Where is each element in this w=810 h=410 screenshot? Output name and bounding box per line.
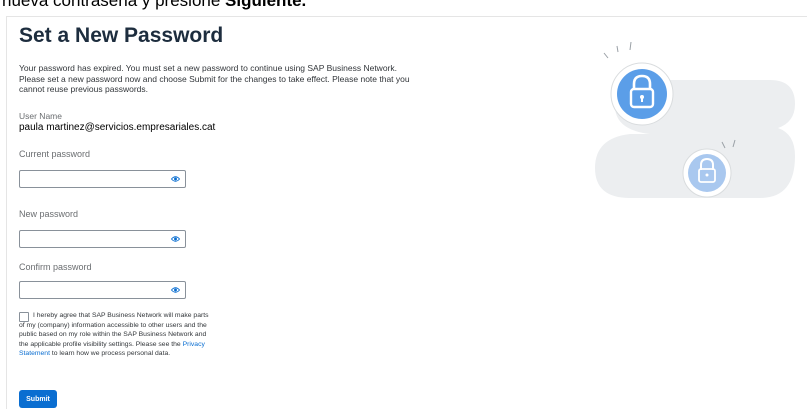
user-name-value: paula martinez@servicios.empresariales.c… [19, 122, 216, 133]
caption-text: nueva contraseña y presione Siguiente. [2, 0, 306, 11]
current-password-label: Current password [19, 149, 91, 159]
agreement-line-2: of my (company) information accessible t… [19, 321, 207, 329]
intro-text: Your password has expired. You must set … [19, 63, 459, 95]
caption-prefix: nueva contraseña y presione [2, 0, 226, 10]
agreement-line-4-text: the applicable profile visibility settin… [19, 340, 183, 348]
intro-line-1: Your password has expired. You must set … [19, 63, 397, 73]
agreement-line-3: public based on my role within the SAP B… [19, 331, 207, 338]
eye-icon[interactable] [171, 175, 180, 183]
submit-button[interactable]: Submit [19, 390, 57, 408]
agreement-line-5: Statement to learn how we process person… [19, 349, 259, 359]
eye-icon[interactable] [171, 286, 180, 294]
current-password-input[interactable] [23, 172, 168, 186]
privacy-link-part-1[interactable]: Privacy [183, 341, 205, 348]
confirm-password-input[interactable] [23, 283, 168, 297]
confirm-password-label: Confirm password [19, 262, 92, 272]
confirm-password-field [19, 281, 186, 299]
new-password-input[interactable] [23, 232, 168, 246]
agreement-text: I hereby agree that SAP Business Network… [19, 311, 259, 359]
agreement-line-4: the applicable profile visibility settin… [19, 340, 259, 350]
lock-illustration [595, 41, 795, 198]
caption-bold: Siguiente. [225, 0, 307, 10]
intro-line-3: cannot reuse previous passwords. [19, 84, 148, 94]
privacy-link-part-2[interactable]: Statement [19, 350, 50, 357]
page-title: Set a New Password [19, 24, 224, 47]
intro-line-2: Please set a new password now and choose… [19, 73, 410, 84]
new-password-field [19, 230, 186, 248]
agreement-line-1: I hereby agree that SAP Business Network… [33, 312, 209, 319]
user-name-label: User Name [19, 111, 62, 121]
current-password-field [19, 170, 186, 188]
new-password-label: New password [19, 209, 79, 219]
eye-icon[interactable] [171, 235, 180, 243]
agreement-line-5-text: to learn how we process personal data. [49, 350, 171, 357]
